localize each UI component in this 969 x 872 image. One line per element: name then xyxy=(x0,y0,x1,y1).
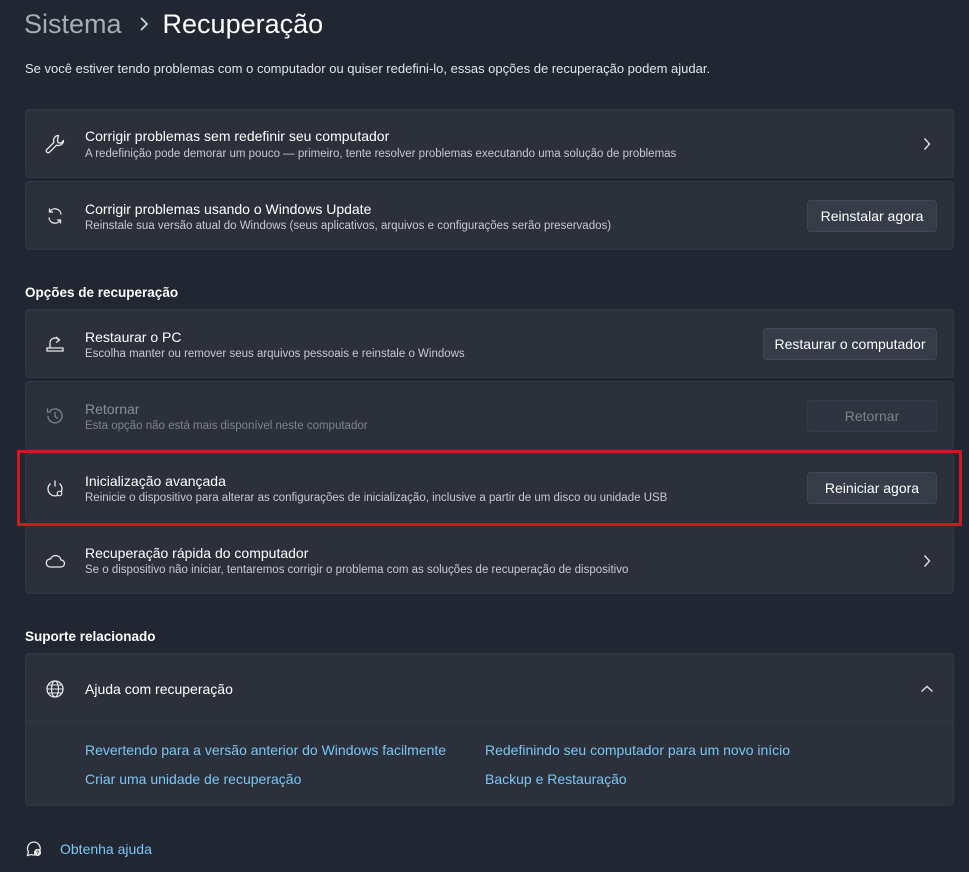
breadcrumb-parent[interactable]: Sistema xyxy=(24,9,122,40)
wrench-icon xyxy=(43,132,67,156)
link-backup-restore[interactable]: Backup e Restauração xyxy=(485,771,627,787)
quick-recovery-subtitle: Se o dispositivo não iniciar, tentaremos… xyxy=(85,564,629,576)
page-title: Recuperação xyxy=(162,8,324,39)
windows-update-subtitle: Reinstale sua versão atual do Windows (s… xyxy=(85,220,612,232)
link-revert-windows[interactable]: Revertendo para a versão anterior do Win… xyxy=(85,742,446,758)
fix-without-reset-title: Corrigir problemas sem redefinir seu com… xyxy=(85,128,390,144)
recovery-settings-page: Sistema Recuperação Se você estiver tend… xyxy=(0,0,969,872)
go-back-card: Retornar Esta opção não está mais dispon… xyxy=(25,381,954,450)
go-back-button: Retornar xyxy=(807,400,937,432)
help-recovery-title: Ajuda com recuperação xyxy=(85,681,233,697)
advanced-startup-card: Inicialização avançada Reinicie o dispos… xyxy=(25,453,954,522)
recovery-options-heading: Opções de recuperação xyxy=(25,285,179,300)
help-recovery-links xyxy=(25,722,954,806)
quick-recovery-title: Recuperação rápida do computador xyxy=(85,545,309,561)
advanced-startup-icon xyxy=(43,477,67,501)
reset-pc-card: Restaurar o PC Escolha manter ou remover… xyxy=(25,309,954,378)
globe-icon xyxy=(43,677,67,701)
history-icon xyxy=(43,404,67,428)
chevron-up-icon[interactable] xyxy=(919,681,935,697)
fix-without-reset-card[interactable]: Corrigir problemas sem redefinir seu com… xyxy=(25,109,954,178)
get-help[interactable]: ? Obtenha ajuda xyxy=(25,840,152,858)
advanced-startup-subtitle: Reinicie o dispositivo para alterar as c… xyxy=(85,492,668,504)
windows-update-title: Corrigir problemas usando o Windows Upda… xyxy=(85,201,372,217)
sync-icon xyxy=(43,204,67,228)
quick-recovery-card[interactable]: Recuperação rápida do computador Se o di… xyxy=(25,525,954,594)
breadcrumb: Sistema Recuperação xyxy=(24,4,323,44)
fix-without-reset-subtitle: A redefinição pode demorar um pouco — pr… xyxy=(85,148,677,160)
chevron-right-icon xyxy=(139,17,149,31)
reset-pc-subtitle: Escolha manter ou remover seus arquivos … xyxy=(85,348,465,360)
go-back-subtitle: Esta opção não está mais disponível nest… xyxy=(85,420,368,432)
chevron-right-icon xyxy=(919,553,935,569)
cloud-icon xyxy=(43,549,67,573)
related-support-heading: Suporte relacionado xyxy=(25,629,156,644)
advanced-startup-title: Inicialização avançada xyxy=(85,473,226,489)
link-reset-pc[interactable]: Redefinindo seu computador para um novo … xyxy=(485,742,790,758)
page-description: Se você estiver tendo problemas com o co… xyxy=(25,61,711,76)
reset-pc-button[interactable]: Restaurar o computador xyxy=(763,328,937,360)
get-help-link[interactable]: Obtenha ajuda xyxy=(60,841,152,857)
reset-pc-title: Restaurar o PC xyxy=(85,329,182,345)
windows-update-card: Corrigir problemas usando o Windows Upda… xyxy=(25,181,954,250)
help-recovery-expander[interactable]: Ajuda com recuperação xyxy=(25,653,954,722)
chevron-right-icon xyxy=(919,136,935,152)
help-chat-icon: ? xyxy=(25,840,43,858)
restart-now-button[interactable]: Reiniciar agora xyxy=(807,472,937,504)
reset-pc-icon xyxy=(43,332,67,356)
link-create-recovery-drive[interactable]: Criar uma unidade de recuperação xyxy=(85,771,301,787)
reinstall-now-button[interactable]: Reinstalar agora xyxy=(807,200,937,232)
go-back-title: Retornar xyxy=(85,401,140,417)
